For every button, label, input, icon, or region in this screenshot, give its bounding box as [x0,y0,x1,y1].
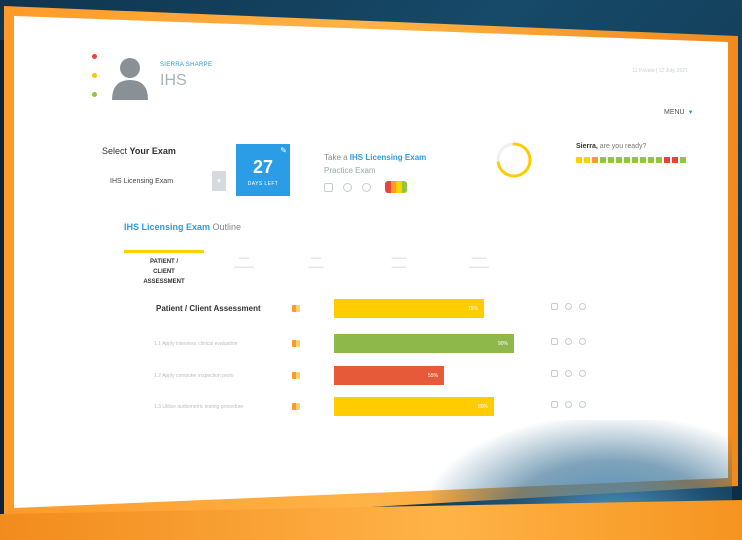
add-icon[interactable] [565,303,572,310]
tab-patient-client-assessment[interactable]: PATIENT / CLIENT ASSESSMENT [124,250,204,287]
outline-row-name[interactable]: 1.3 Utilize audiometric testing procedur… [154,404,243,410]
globe-icon[interactable] [579,370,586,377]
practice-actions [324,181,407,193]
progress-bar: 90% [334,334,514,353]
progress-value: 90% [497,340,508,347]
globe-icon[interactable] [362,182,371,192]
battery-cell [401,181,407,193]
readiness-square [576,157,582,163]
readiness-square [592,157,598,163]
exam-select-dropdown-button[interactable]: ▾ [212,171,226,191]
select-exam-label: Select Your Exam [102,146,176,156]
flag-icon[interactable] [292,372,300,379]
readiness-squares [576,157,686,163]
tab-faint[interactable]: ▬▬▬▬▬▬ [214,254,274,272]
take-exam-heading[interactable]: Take a IHS Licensing Exam [324,153,426,162]
add-icon[interactable] [565,370,572,377]
practice-exam-label: Practice Exam [324,166,376,175]
readiness-battery [385,181,407,193]
menu-label: MENU [664,109,685,116]
clipboard-icon[interactable] [551,303,558,310]
readiness-square [648,157,654,163]
progress-bar: 55% [334,366,444,385]
clipboard-icon[interactable] [551,338,558,345]
progress-ring [496,142,532,178]
add-icon[interactable] [343,182,352,192]
flag-icon[interactable] [292,340,300,347]
progress-value: 80% [477,403,488,410]
readiness-square [632,157,638,163]
readiness-square [624,157,630,163]
exam-select-value[interactable]: IHS Licensing Exam [110,178,173,185]
readiness-square [616,157,622,163]
progress-value: 75% [467,305,478,312]
days-left-card: ✎ 27 DAYS LEFT [236,144,290,196]
status-dot-red [92,54,97,59]
readiness-square [600,157,606,163]
globe-icon[interactable] [579,401,586,408]
readiness-square [656,157,662,163]
edit-icon[interactable]: ✎ [280,146,287,155]
clipboard-icon[interactable] [551,401,558,408]
days-left-label: DAYS LEFT [247,181,279,187]
clipboard-icon[interactable] [551,370,558,377]
add-icon[interactable] [565,338,572,345]
user-name: SIERRA SHARPE [160,62,213,68]
readiness-square [680,157,686,163]
readiness-square [640,157,646,163]
progress-value: 55% [427,372,438,379]
days-left-number: 27 [252,157,274,177]
row-actions [551,370,586,377]
readiness-square [584,157,590,163]
add-icon[interactable] [565,401,572,408]
avatar[interactable] [110,52,150,100]
progress-bar: 75% [334,299,484,318]
globe-icon[interactable] [579,338,586,345]
menu-button[interactable]: MENU ▼ [664,109,694,116]
chevron-down-icon: ▾ [217,178,221,185]
flag-icon[interactable] [292,305,300,312]
outline-row-name[interactable]: Patient / Client Assessment [156,304,261,313]
clipboard-icon[interactable] [324,182,333,192]
top-right-info: 11 Private | 12 July, 2021 [632,68,688,74]
outline-row-name[interactable]: 1.1 Apply interview, clinical evaluation [154,341,237,347]
status-dot-green [92,92,97,97]
status-dot-yellow [92,73,97,78]
flag-icon[interactable] [292,403,300,410]
progress-bar: 80% [334,397,494,416]
readiness-square [664,157,670,163]
readiness-square [672,157,678,163]
outline-title: IHS Licensing Exam Outline [124,222,242,232]
school-name: IHS [160,72,187,89]
globe-icon[interactable] [579,303,586,310]
tab-faint[interactable]: ▬▬▬ ▬▬▬▬ [449,254,509,272]
status-dots [92,54,97,97]
row-actions [551,338,586,345]
row-actions [551,401,586,408]
row-actions [551,303,586,310]
readiness-square [608,157,614,163]
tab-faint[interactable]: ▬▬ ▬▬▬ [286,254,346,272]
tab-faint[interactable]: ▬▬▬▬▬▬ [369,254,429,272]
outline-row-name[interactable]: 1.2 Apply computer inspection proto [154,373,234,379]
ready-prompt: Sierra, are you ready? [576,143,647,150]
caret-down-icon: ▼ [687,109,694,116]
